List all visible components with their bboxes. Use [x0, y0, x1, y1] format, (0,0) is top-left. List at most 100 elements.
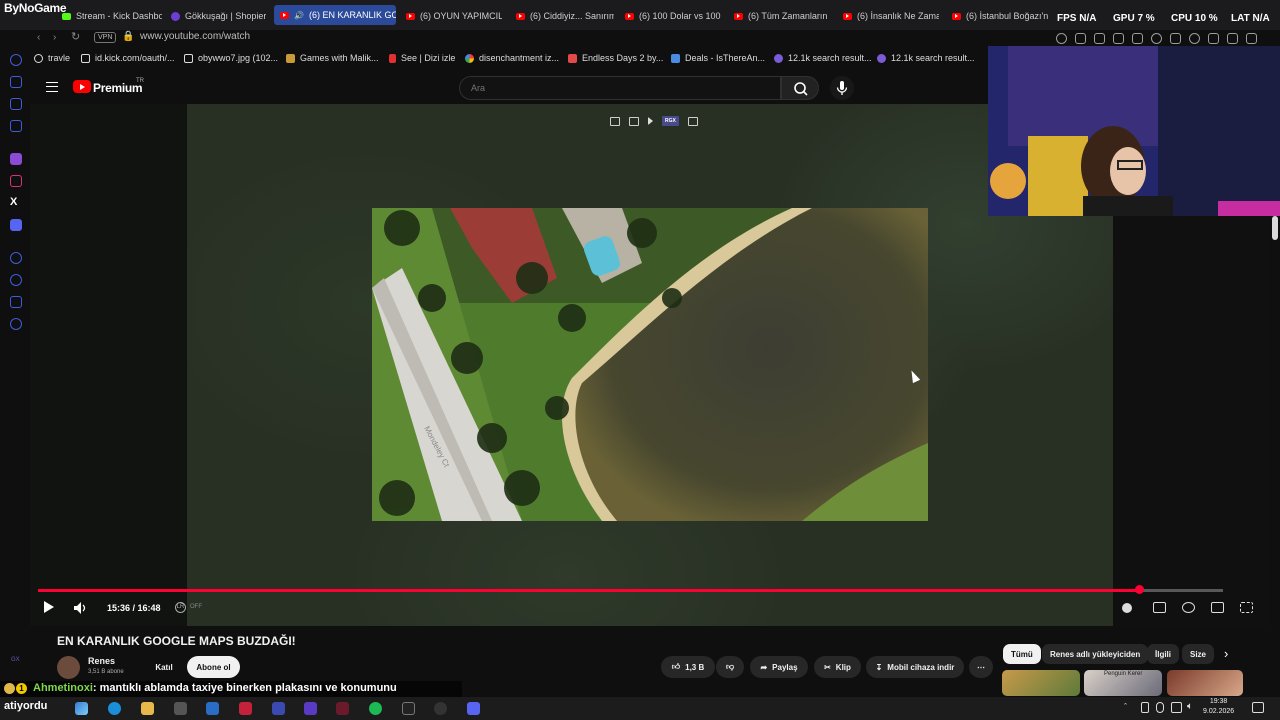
store-icon[interactable]	[10, 76, 22, 88]
menu-icon[interactable]	[1246, 32, 1257, 44]
cube-icon[interactable]	[10, 296, 22, 308]
tab-active-video[interactable]: 🔊 (6) EN KARANLIK GOC	[274, 5, 396, 25]
fullscreen-icon[interactable]	[1240, 602, 1253, 613]
vpn-badge[interactable]: VPN	[94, 32, 117, 43]
search-button[interactable]	[781, 76, 819, 100]
messenger-icon[interactable]	[10, 120, 22, 132]
voice-search-button[interactable]	[830, 76, 854, 100]
chip-for-you[interactable]: Size	[1182, 644, 1215, 664]
tab-shopier[interactable]: Gökkuşağı | Shopier	[171, 6, 266, 26]
speaker-icon[interactable]: 🔈︎	[1187, 701, 1193, 712]
cube-icon[interactable]	[1113, 32, 1124, 44]
miniplayer-icon[interactable]	[1211, 602, 1224, 613]
volume-icon[interactable]	[74, 602, 88, 614]
tab-kick[interactable]: Stream - Kick Dashbo	[62, 6, 162, 26]
url-field[interactable]: www.youtube.com/watch	[140, 31, 250, 42]
bookmark-item[interactable]: Endless Days 2 by...	[568, 53, 663, 63]
bookmark-item[interactable]: id.kick.com/oauth/...	[81, 53, 175, 63]
play-button[interactable]	[44, 601, 54, 613]
app-icon[interactable]	[304, 702, 317, 715]
chip-all[interactable]: Tümü	[1003, 644, 1041, 664]
music-icon[interactable]	[10, 252, 22, 264]
page-scrollbar[interactable]	[1272, 216, 1278, 240]
ai-icon[interactable]	[1227, 32, 1238, 44]
obs-icon[interactable]	[434, 702, 447, 715]
tab-video[interactable]: (6) Ciddiyiz... Sanırım	[516, 6, 614, 26]
system-clock[interactable]: 19:38 9.02.2026	[1203, 697, 1234, 717]
bookmark-item[interactable]: See | Dizi izle	[389, 53, 455, 63]
discord-icon[interactable]	[10, 219, 22, 231]
more-actions-button[interactable]: ⋯	[969, 656, 993, 678]
chip-related[interactable]: İlgili	[1147, 644, 1179, 664]
subscribe-button[interactable]: Abone ol	[187, 656, 240, 678]
settings-icon[interactable]	[10, 318, 22, 330]
tab-video[interactable]: (6) İstanbul Boğazı'n	[952, 6, 1052, 26]
rgx-badge[interactable]: RGX	[662, 116, 679, 126]
instagram-icon[interactable]	[10, 175, 22, 187]
discord-icon[interactable]	[467, 702, 480, 715]
dislike-button[interactable]: 👎︎	[716, 656, 744, 678]
mail-icon[interactable]	[206, 702, 219, 715]
twitch-icon[interactable]	[10, 153, 22, 165]
chip-from-uploader[interactable]: Renes adlı yükleyiciden	[1042, 644, 1149, 664]
bookmark-item[interactable]: disenchantment iz...	[465, 53, 559, 63]
bookmark-item[interactable]: travle	[34, 53, 70, 63]
tab-video[interactable]: (6) OYUN YAPIMCILA	[406, 6, 502, 26]
network-icon[interactable]	[1171, 702, 1182, 713]
heart-icon[interactable]	[1151, 32, 1162, 44]
subtitles-icon[interactable]	[1153, 602, 1166, 613]
picture-in-picture-icon[interactable]	[610, 116, 620, 126]
play-icon[interactable]	[1132, 32, 1143, 44]
notifications-icon[interactable]	[1252, 702, 1264, 713]
download-button[interactable]: ↧ Mobil cihaza indir	[866, 656, 964, 678]
calculator-icon[interactable]	[174, 702, 187, 715]
bookmark-item[interactable]: Games with Malik...	[286, 53, 379, 63]
download-icon[interactable]	[1208, 32, 1219, 44]
bookmark-item[interactable]: obywwo7.jpg (102...	[184, 53, 278, 63]
clip-button[interactable]: ✂ Klip	[814, 656, 861, 678]
app-icon[interactable]	[272, 702, 285, 715]
refresh-icon[interactable]	[10, 54, 22, 66]
popout-icon[interactable]	[629, 116, 639, 126]
settings-icon[interactable]	[1182, 602, 1195, 613]
like-button[interactable]: 👍︎ 1,3 B	[661, 656, 715, 678]
language-reactor-icon[interactable]: LR	[175, 602, 186, 613]
youtube-logo-icon[interactable]	[73, 80, 91, 93]
search-input[interactable]	[459, 76, 781, 100]
reload-icon[interactable]: ↻	[71, 30, 80, 43]
share-button[interactable]: ➦ Paylaş	[750, 656, 808, 678]
battery-icon[interactable]	[1141, 702, 1149, 713]
tray-chevron-icon[interactable]: ˆ	[1124, 702, 1127, 712]
bookmark-item[interactable]: 12.1k search result...	[774, 53, 872, 63]
screenshot-icon[interactable]	[1094, 32, 1105, 44]
bookmark-item[interactable]: Deals - IsThereAn...	[671, 53, 765, 63]
microphone-icon[interactable]	[1156, 702, 1164, 713]
bookmark-icon[interactable]	[1075, 32, 1086, 44]
bookmark-item[interactable]: 12.1k search result...	[877, 53, 975, 63]
youtube-premium-logo[interactable]: Premium	[93, 81, 143, 95]
extensions-icon[interactable]	[1170, 32, 1181, 44]
scrubber-handle[interactable]	[1134, 585, 1144, 594]
app-icon[interactable]	[336, 702, 349, 715]
tab-video[interactable]: (6) İnsanlık Ne Zama	[843, 6, 939, 26]
autoplay-toggle[interactable]	[1122, 603, 1132, 613]
profile-icon[interactable]	[1189, 32, 1200, 44]
x-icon[interactable]: X	[10, 197, 22, 209]
copilot-icon[interactable]	[75, 702, 88, 715]
spotify-icon[interactable]	[369, 702, 382, 715]
channel-avatar[interactable]	[57, 656, 80, 679]
menu-icon[interactable]	[46, 82, 58, 92]
skip-icon[interactable]	[648, 117, 653, 125]
recommended-thumbnail[interactable]	[1002, 670, 1080, 696]
tab-video[interactable]: (6) Tüm Zamanların E	[734, 6, 830, 26]
progress-bar[interactable]	[38, 585, 1223, 594]
tab-video[interactable]: (6) 100 Dolar vs 100.	[625, 6, 721, 26]
snapshot-icon[interactable]	[687, 116, 698, 126]
edge-icon[interactable]	[108, 702, 121, 715]
back-icon[interactable]: ‹	[37, 32, 40, 43]
join-button[interactable]: Katıl	[144, 656, 184, 678]
channel-name[interactable]: Renes	[88, 656, 115, 666]
file-explorer-icon[interactable]	[141, 702, 154, 715]
recommended-thumbnail[interactable]: Penguin Kerer	[1084, 670, 1162, 696]
recommended-thumbnail[interactable]	[1167, 670, 1243, 696]
